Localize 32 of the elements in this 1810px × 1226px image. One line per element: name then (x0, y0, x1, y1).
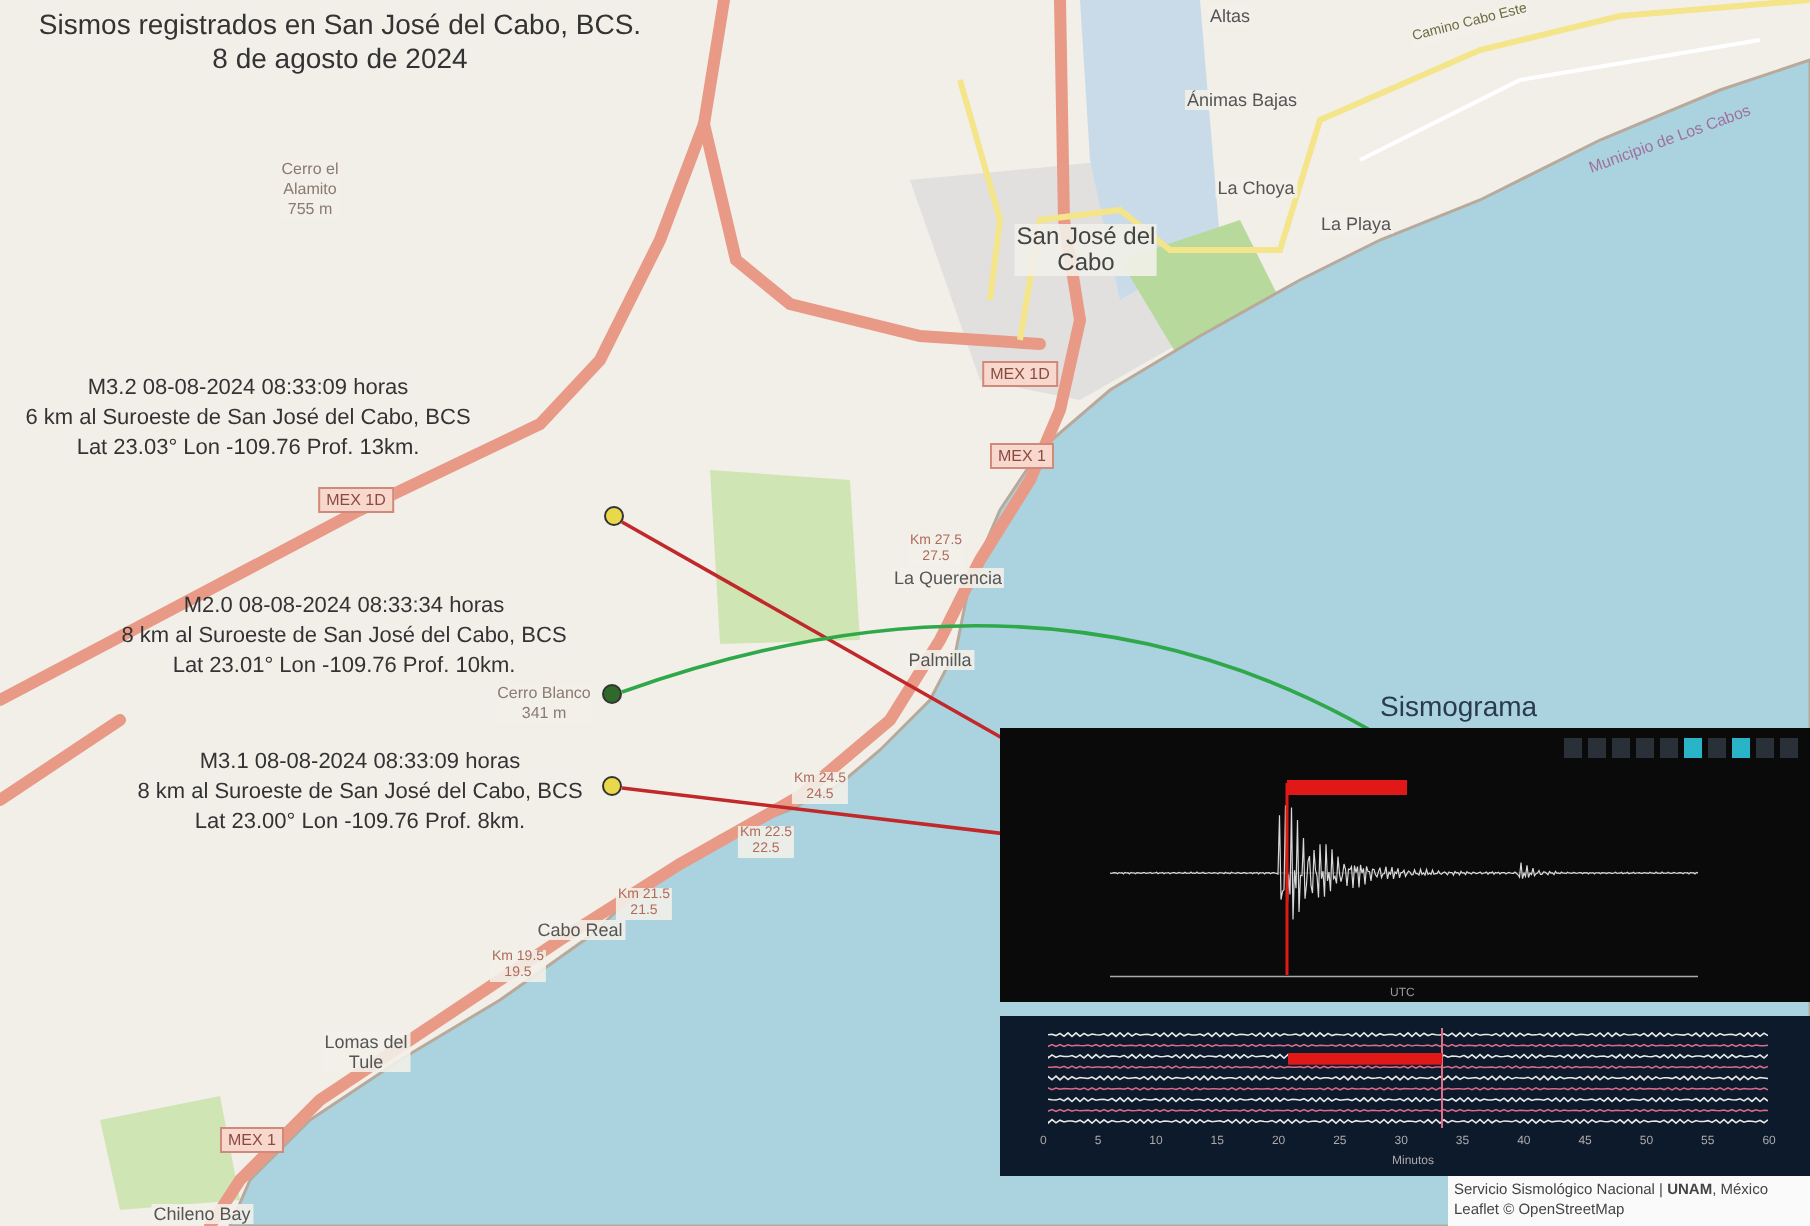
toolbar-icon[interactable] (1708, 738, 1726, 758)
route-shield: MEX 1 (990, 443, 1054, 469)
route-shield: MEX 1D (318, 487, 394, 513)
route-shield: MEX 1 (220, 1127, 284, 1153)
toolbar-icon[interactable] (1756, 738, 1774, 758)
route-shield: MEX 1D (982, 361, 1058, 387)
place-label: Cerro Blanco 341 m (495, 684, 593, 724)
map-date: 8 de agosto de 2024 (210, 42, 470, 76)
toolbar-icon[interactable] (1612, 738, 1630, 758)
toolbar-icon[interactable] (1732, 738, 1750, 758)
earthquake-description: M3.2 08-08-2024 08:33:09 horas 6 km al Suroeste de San José del Cabo, BCS Lat 23.03° Lon -109.76 Prof. 13km. (25, 374, 471, 464)
place-label: Cabo Real (535, 920, 625, 940)
earthquake-description: M3.1 08-08-2024 08:33:09 horas 8 km al Suroeste de San José del Cabo, BCS Lat 23.00° Lon -109.76 Prof. 8km. (137, 748, 583, 838)
toolbar-icon[interactable] (1660, 738, 1678, 758)
place-label: La Playa (1318, 214, 1394, 234)
place-label: Palmilla (906, 650, 974, 670)
place-label: San José del Cabo (1014, 224, 1158, 276)
map-title: Sismos registrados en San José del Cabo, BCS. (36, 8, 644, 42)
toolbar-icon[interactable] (1684, 738, 1702, 758)
toolbar-icon[interactable] (1636, 738, 1654, 758)
seismogram-title: Sismograma (1380, 690, 1538, 722)
place-label: Lomas del Tule (322, 1032, 410, 1072)
place-label: La Querencia (891, 568, 1005, 588)
place-label: Ánimas Bajas (1184, 90, 1300, 110)
place-label: Altas (1208, 6, 1252, 26)
toolbar-icon[interactable] (1780, 738, 1798, 758)
toolbar-icon[interactable] (1564, 738, 1582, 758)
place-label: La Choya (1215, 178, 1297, 198)
toolbar-icon[interactable] (1588, 738, 1606, 758)
place-label: Chileno Bay (151, 1204, 253, 1224)
place-label: Cerro el Alamito 755 m (279, 160, 341, 220)
earthquake-description: M2.0 08-08-2024 08:33:34 horas 8 km al Suroeste de San José del Cabo, BCS Lat 23.01° Lon -109.76 Prof. 10km. (121, 592, 567, 682)
